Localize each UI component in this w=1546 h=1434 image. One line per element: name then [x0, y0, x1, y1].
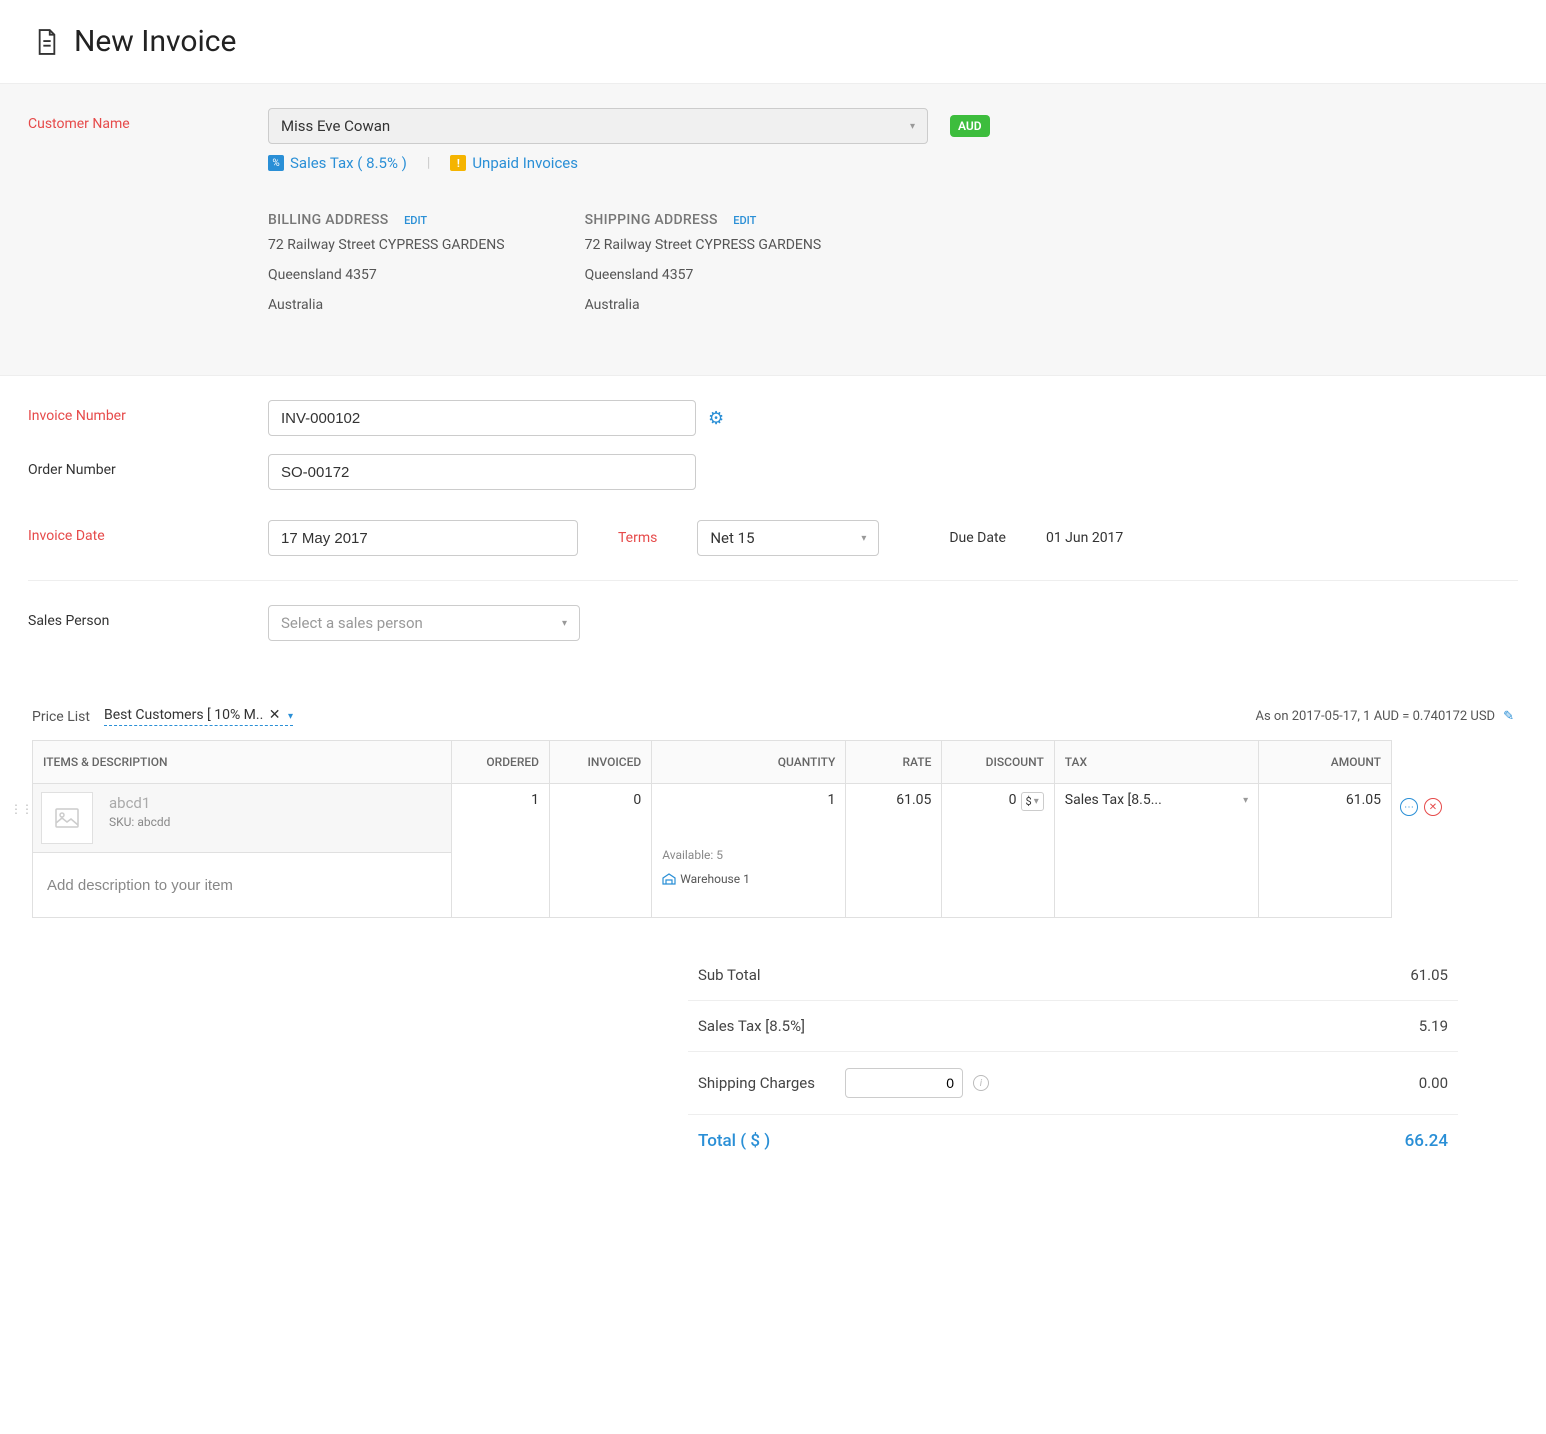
due-date-label: Due Date	[949, 530, 1006, 546]
item-name[interactable]: abcd1	[109, 794, 170, 812]
info-icon[interactable]: i	[973, 1075, 989, 1091]
item-quantity[interactable]: 1	[662, 792, 835, 808]
billing-edit-link[interactable]: EDIT	[404, 214, 427, 227]
drag-handle-icon[interactable]: ⋮⋮	[10, 802, 32, 816]
items-table: ITEMS & DESCRIPTION ORDERED INVOICED QUA…	[32, 740, 1392, 918]
delete-row-icon[interactable]: ✕	[1424, 798, 1442, 816]
sales-person-dropdown[interactable]: Select a sales person ▾	[268, 605, 580, 641]
subtotal-value: 61.05	[1410, 966, 1448, 984]
exchange-rate-text: As on 2017-05-17, 1 AUD = 0.740172 USD ✎	[1256, 709, 1514, 724]
more-options-icon[interactable]: ⋯	[1400, 798, 1418, 816]
chevron-down-icon: ▾	[861, 533, 866, 544]
item-available: Available: 5	[662, 848, 835, 862]
shipping-address-title: SHIPPING ADDRESS	[585, 212, 718, 228]
item-sku: SKU: abcdd	[109, 815, 170, 829]
tax-total-value: 5.19	[1419, 1017, 1448, 1035]
item-tax-dropdown[interactable]: Sales Tax [8.5... ▾	[1065, 792, 1248, 808]
item-discount[interactable]: 0	[1009, 792, 1017, 808]
chevron-down-icon: ▾	[562, 618, 567, 629]
shipping-address-block: SHIPPING ADDRESS EDIT 72 Railway Street …	[585, 212, 822, 317]
shipping-edit-link[interactable]: EDIT	[733, 214, 756, 227]
customer-name-label: Customer Name	[28, 116, 130, 132]
item-description-input[interactable]	[33, 853, 451, 917]
totals-section: Sub Total 61.05 Sales Tax [8.5%] 5.19 Sh…	[688, 950, 1458, 1167]
close-icon[interactable]: ✕	[269, 707, 281, 723]
item-invoiced: 0	[550, 784, 652, 918]
shipping-input[interactable]	[845, 1068, 963, 1098]
pencil-icon[interactable]: ✎	[1503, 709, 1514, 724]
warehouse-icon	[662, 873, 676, 885]
page-header: New Invoice	[0, 0, 1546, 84]
col-ordered: ORDERED	[451, 741, 549, 784]
col-quantity: QUANTITY	[652, 741, 846, 784]
item-ordered: 1	[451, 784, 549, 918]
item-rate[interactable]: 61.05	[846, 784, 942, 918]
unpaid-invoices-link[interactable]: ! Unpaid Invoices	[450, 154, 578, 172]
total-label: Total ( $ )	[698, 1131, 770, 1151]
billing-address-title: BILLING ADDRESS	[268, 212, 389, 228]
invoice-number-input[interactable]	[268, 400, 696, 436]
item-warehouse: Warehouse 1	[662, 872, 835, 886]
invoice-date-input[interactable]	[268, 520, 578, 556]
total-value: 66.24	[1405, 1131, 1448, 1151]
chevron-down-icon: ▾	[910, 121, 915, 132]
chevron-down-icon: ▾	[1243, 795, 1248, 806]
shipping-label: Shipping Charges	[698, 1074, 815, 1092]
col-discount: DISCOUNT	[942, 741, 1054, 784]
col-items: ITEMS & DESCRIPTION	[33, 741, 452, 784]
item-amount: 61.05	[1259, 784, 1392, 918]
price-list-label: Price List	[32, 709, 90, 725]
percent-icon: %	[268, 155, 284, 171]
col-tax: TAX	[1054, 741, 1258, 784]
price-list-value[interactable]: Best Customers [ 10% M.. ✕ ▾	[104, 707, 293, 726]
page-title: New Invoice	[74, 24, 236, 59]
sales-person-label: Sales Person	[28, 613, 109, 629]
discount-unit-dropdown[interactable]: $▾	[1021, 792, 1044, 811]
shipping-amount: 0.00	[1419, 1074, 1448, 1092]
customer-name-dropdown[interactable]: Miss Eve Cowan ▾	[268, 108, 928, 144]
col-rate: RATE	[846, 741, 942, 784]
order-number-label: Order Number	[28, 462, 116, 478]
invoice-date-label: Invoice Date	[28, 528, 105, 544]
tax-total-label: Sales Tax [8.5%]	[698, 1017, 805, 1035]
chevron-down-icon[interactable]: ▾	[288, 711, 293, 722]
due-date-value: 01 Jun 2017	[1046, 530, 1123, 546]
col-amount: AMOUNT	[1259, 741, 1392, 784]
terms-dropdown[interactable]: Net 15 ▾	[697, 520, 879, 556]
order-number-input[interactable]	[268, 454, 696, 490]
billing-address-block: BILLING ADDRESS EDIT 72 Railway Street C…	[268, 212, 505, 317]
alert-icon: !	[450, 155, 466, 171]
chevron-down-icon: ▾	[1034, 796, 1039, 807]
invoice-number-label: Invoice Number	[28, 408, 126, 424]
subtotal-label: Sub Total	[698, 966, 761, 984]
document-icon	[36, 28, 58, 56]
image-placeholder-icon[interactable]	[41, 792, 93, 844]
gear-icon[interactable]: ⚙	[708, 408, 724, 429]
col-invoiced: INVOICED	[550, 741, 652, 784]
currency-badge: AUD	[950, 115, 990, 137]
sales-tax-link[interactable]: % Sales Tax ( 8.5% )	[268, 154, 407, 172]
table-row: abcd1 SKU: abcdd 1 0 1 Available:	[33, 784, 1392, 918]
terms-label: Terms	[618, 530, 657, 546]
